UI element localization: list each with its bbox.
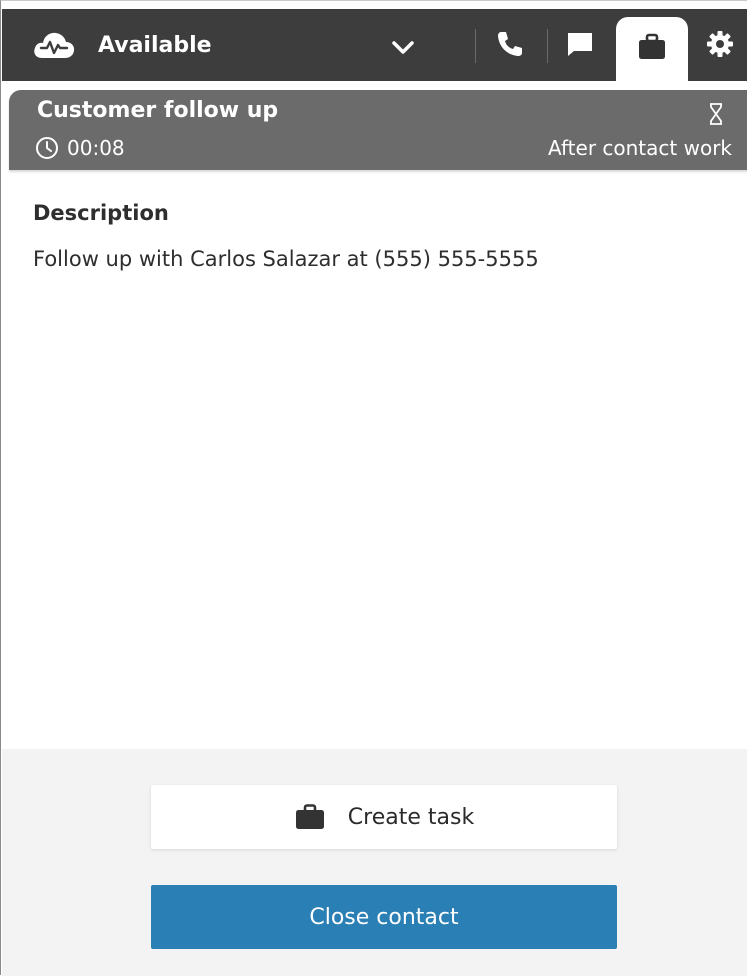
divider — [475, 29, 476, 63]
agent-status-label: Available — [98, 32, 212, 58]
contact-state: After contact work — [548, 136, 732, 160]
close-contact-button[interactable]: Close contact — [151, 885, 617, 949]
action-footer: Create task Close contact — [2, 749, 747, 976]
timer-value: 00:08 — [67, 136, 125, 160]
ccp-window: Available Customer follow up 00:08 After… — [0, 0, 747, 976]
hourglass-icon — [708, 102, 724, 126]
create-task-label: Create task — [347, 804, 475, 830]
tab-tasks[interactable] — [616, 17, 688, 81]
chat-icon — [565, 29, 595, 63]
tab-chat[interactable] — [555, 23, 605, 69]
contact-header: Customer follow up 00:08 After contact w… — [9, 90, 747, 170]
top-bar: Available — [2, 9, 747, 81]
cloud-agent-icon — [32, 28, 76, 62]
description-text: Follow up with Carlos Salazar at (555) 5… — [33, 247, 539, 271]
close-contact-label: Close contact — [309, 904, 459, 930]
chevron-down-icon[interactable] — [388, 35, 418, 59]
tab-settings[interactable] — [696, 23, 744, 69]
agent-status-dropdown[interactable]: Available — [32, 9, 432, 81]
divider — [547, 29, 548, 63]
phone-icon — [495, 29, 525, 63]
contact-timer: 00:08 — [35, 136, 125, 160]
gear-icon — [705, 29, 735, 63]
clock-icon — [35, 136, 59, 160]
create-task-button[interactable]: Create task — [151, 785, 617, 849]
briefcase-icon — [636, 33, 668, 65]
briefcase-icon — [294, 804, 326, 830]
tab-phone[interactable] — [485, 23, 535, 69]
contact-title: Customer follow up — [37, 98, 279, 123]
description-heading: Description — [33, 201, 169, 225]
